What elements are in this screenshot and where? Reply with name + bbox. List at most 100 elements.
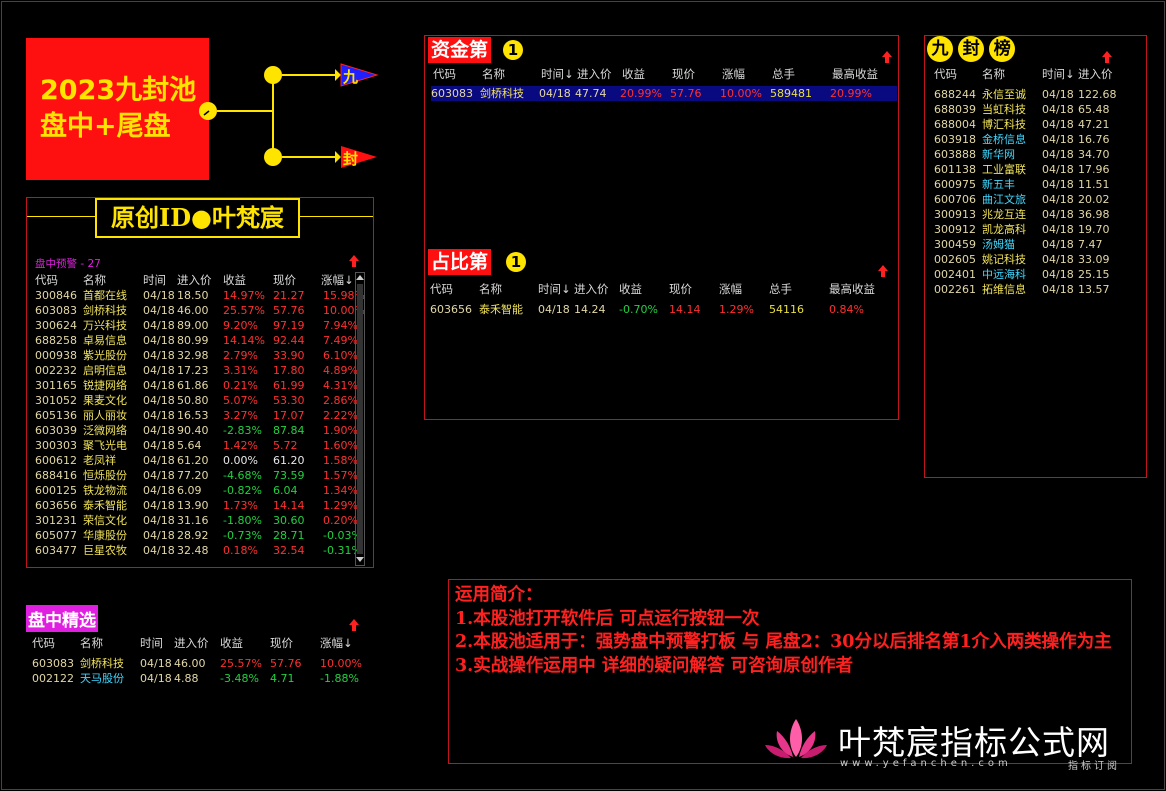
intraday-header-code[interactable]: 代码 (32, 636, 55, 651)
capital-header-code[interactable]: 代码 (433, 67, 456, 82)
ratio-header-pct[interactable]: 涨幅 (719, 282, 742, 297)
pool-row[interactable]: 000938 紫光股份 04/18 32.98 2.79% 33.90 6.10% (35, 348, 360, 363)
pool-row[interactable]: 603477 巨星农牧 04/18 32.48 0.18% 32.54 -0.31% (35, 543, 362, 558)
ratio-header-gain[interactable]: 收益 (619, 282, 642, 297)
ratio-header-name[interactable]: 名称 (479, 282, 502, 297)
ranking-row[interactable]: 688004 博汇科技 04/18 47.21 (934, 117, 1144, 132)
pool-row[interactable]: 603656 泰禾智能 04/18 13.90 1.73% 14.14 1.29% (35, 498, 360, 513)
pool-cell-name: 聚飞光电 (83, 439, 127, 452)
pool-header-time[interactable]: 时间 (143, 273, 166, 288)
ratio-up-arrow-icon[interactable] (878, 265, 888, 277)
pool-cell-pct: 2.86% (323, 394, 358, 407)
pool-row[interactable]: 605077 华康股份 04/18 28.92 -0.73% 28.71 -0.03% (35, 528, 362, 543)
pool-header-name[interactable]: 名称 (83, 273, 106, 288)
capital-header-pct[interactable]: 涨幅 (722, 67, 745, 82)
ratio-header-vol[interactable]: 总手 (769, 282, 792, 297)
pool-row[interactable]: 300846 首都在线 04/18 18.50 14.97% 21.27 15.98% (35, 288, 365, 303)
scroll-thumb[interactable] (357, 284, 363, 554)
intraday-header-pct[interactable]: 涨幅↓ (320, 636, 353, 651)
ratio-header-price[interactable]: 现价 (669, 282, 692, 297)
pool-scrollbar[interactable] (355, 272, 365, 566)
pool-header-code[interactable]: 代码 (35, 273, 58, 288)
intraday-row[interactable]: 603083 剑桥科技 04/18 46.00 25.57% 57.76 10.00% (32, 656, 362, 671)
capital-header-gain[interactable]: 收益 (622, 67, 645, 82)
capital-cell-code: 603083 (431, 87, 473, 100)
ranking-row[interactable]: 603918 金桥信息 04/18 16.76 (934, 132, 1144, 147)
ranking-row[interactable]: 002401 中远海科 04/18 25.15 (934, 267, 1144, 282)
ranking-row[interactable]: 002261 拓维信息 04/18 13.57 (934, 282, 1144, 297)
pool-row[interactable]: 300303 聚飞光电 04/18 5.64 1.42% 5.72 1.60% (35, 438, 360, 453)
ranking-row[interactable]: 601138 工业富联 04/18 17.96 (934, 162, 1144, 177)
capital-header-entry[interactable]: 进入价 (577, 67, 612, 82)
ranking-row[interactable]: 603888 新华网 04/18 34.70 (934, 147, 1144, 162)
intraday-row[interactable]: 002122 天马股份 04/18 4.88 -3.48% 4.71 -1.88% (32, 671, 362, 686)
ranking-up-arrow-icon[interactable] (1102, 51, 1112, 63)
pool-row[interactable]: 688258 卓易信息 04/18 80.99 14.14% 92.44 7.49% (35, 333, 360, 348)
intraday-header-time[interactable]: 时间 (140, 636, 163, 651)
ranking-row[interactable]: 300912 凯龙高科 04/18 19.70 (934, 222, 1144, 237)
ratio-header-entry[interactable]: 进入价 (574, 282, 609, 297)
pool-row[interactable]: 688416 恒烁股份 04/18 77.20 -4.68% 73.59 1.57% (35, 468, 360, 483)
capital-header-time[interactable]: 时间↓ (541, 67, 574, 82)
pool-row[interactable]: 002232 启明信息 04/18 17.23 3.31% 17.80 4.89% (35, 363, 360, 378)
pool-cell-price: 5.72 (273, 439, 298, 452)
scroll-down-icon[interactable] (356, 557, 364, 562)
pool-row[interactable]: 600125 铁龙物流 04/18 6.09 -0.82% 6.04 1.34% (35, 483, 360, 498)
capital-header-vol[interactable]: 总手 (772, 67, 795, 82)
ratio-header-max[interactable]: 最高收益 (829, 282, 875, 297)
capital-header-name[interactable]: 名称 (482, 67, 505, 82)
pool-cell-code: 600125 (35, 484, 77, 497)
ratio-header-code[interactable]: 代码 (430, 282, 453, 297)
pool-cell-date: 04/18 (143, 289, 175, 302)
ratio-header-time[interactable]: 时间↓ (538, 282, 571, 297)
pool-cell-code: 603656 (35, 499, 77, 512)
ranking-row[interactable]: 688039 当虹科技 04/18 65.48 (934, 102, 1144, 117)
intraday-header-name[interactable]: 名称 (80, 636, 103, 651)
pool-cell-gain: -0.73% (223, 529, 262, 542)
ranking-header-code[interactable]: 代码 (934, 67, 957, 82)
intraday-header-price[interactable]: 现价 (270, 636, 293, 651)
ranking-cell-entry: 11.51 (1078, 178, 1110, 191)
ranking-row[interactable]: 300459 汤姆猫 04/18 7.47 (934, 237, 1144, 252)
pool-row[interactable]: 301052 果麦文化 04/18 50.80 5.07% 53.30 2.86% (35, 393, 360, 408)
pool-row[interactable]: 301165 锐捷网络 04/18 61.86 0.21% 61.99 4.31% (35, 378, 360, 393)
ranking-cell-entry: 65.48 (1078, 103, 1110, 116)
intraday-cell-entry: 4.88 (174, 672, 199, 685)
ranking-row[interactable]: 600706 曲江文旅 04/18 20.02 (934, 192, 1144, 207)
pool-row[interactable]: 301231 荣信文化 04/18 31.16 -1.80% 30.60 0.20% (35, 513, 360, 528)
pool-cell-price: 32.54 (273, 544, 305, 557)
pool-row[interactable]: 605136 丽人丽妆 04/18 16.53 3.27% 17.07 2.22% (35, 408, 360, 423)
ranking-row[interactable]: 600975 新五丰 04/18 11.51 (934, 177, 1144, 192)
scroll-up-icon[interactable] (356, 275, 364, 280)
ratio-row[interactable]: 603656 泰禾智能 04/18 14.24 -0.70% 14.14 1.29% 5411… (430, 302, 894, 317)
ranking-header-name[interactable]: 名称 (982, 67, 1005, 82)
pool-header-entry[interactable]: 进入价 (177, 273, 212, 288)
ranking-row[interactable]: 002605 姚记科技 04/18 33.09 (934, 252, 1144, 267)
ranking-header-time[interactable]: 时间↓ (1042, 67, 1075, 82)
pool-row[interactable]: 603039 泛微网络 04/18 90.40 -2.83% 87.84 1.90% (35, 423, 360, 438)
capital-header-max[interactable]: 最高收益 (832, 67, 878, 82)
intraday-header-entry[interactable]: 进入价 (174, 636, 209, 651)
pool-cell-price: 6.04 (273, 484, 298, 497)
pool-header-price[interactable]: 现价 (273, 273, 296, 288)
pool-cell-price: 17.07 (273, 409, 305, 422)
pool-row[interactable]: 603083 剑桥科技 04/18 46.00 25.57% 57.76 10.00% (35, 303, 365, 318)
capital-header-price[interactable]: 现价 (672, 67, 695, 82)
ranking-cell-date: 04/18 (1042, 238, 1074, 251)
pool-row[interactable]: 300624 万兴科技 04/18 89.00 9.20% 97.19 7.94% (35, 318, 360, 333)
intraday-up-arrow-icon[interactable] (349, 619, 359, 631)
pool-rows: 300846 首都在线 04/18 18.50 14.97% 21.27 15.98% 603… (35, 288, 365, 558)
capital-up-arrow-icon[interactable] (882, 51, 892, 63)
pool-cell-pct: 7.94% (323, 319, 358, 332)
capital-title-text: 资金第 (431, 39, 489, 61)
pool-header-pct[interactable]: 涨幅↓ (321, 273, 354, 288)
intraday-header-gain[interactable]: 收益 (220, 636, 243, 651)
ranking-row[interactable]: 688244 永信至诚 04/18 122.68 (934, 87, 1144, 102)
ranking-header-entry[interactable]: 进入价 (1078, 67, 1113, 82)
capital-row[interactable]: 603083 剑桥科技 04/18 47.74 20.99% 57.76 10.00% 589… (431, 86, 897, 101)
ranking-cell-date: 04/18 (1042, 88, 1074, 101)
pool-header-gain[interactable]: 收益 (223, 273, 246, 288)
pool-up-arrow-icon[interactable] (349, 255, 359, 267)
ranking-row[interactable]: 300913 兆龙互连 04/18 36.98 (934, 207, 1144, 222)
pool-row[interactable]: 600612 老凤祥 04/18 61.20 0.00% 61.20 1.58% (35, 453, 360, 468)
